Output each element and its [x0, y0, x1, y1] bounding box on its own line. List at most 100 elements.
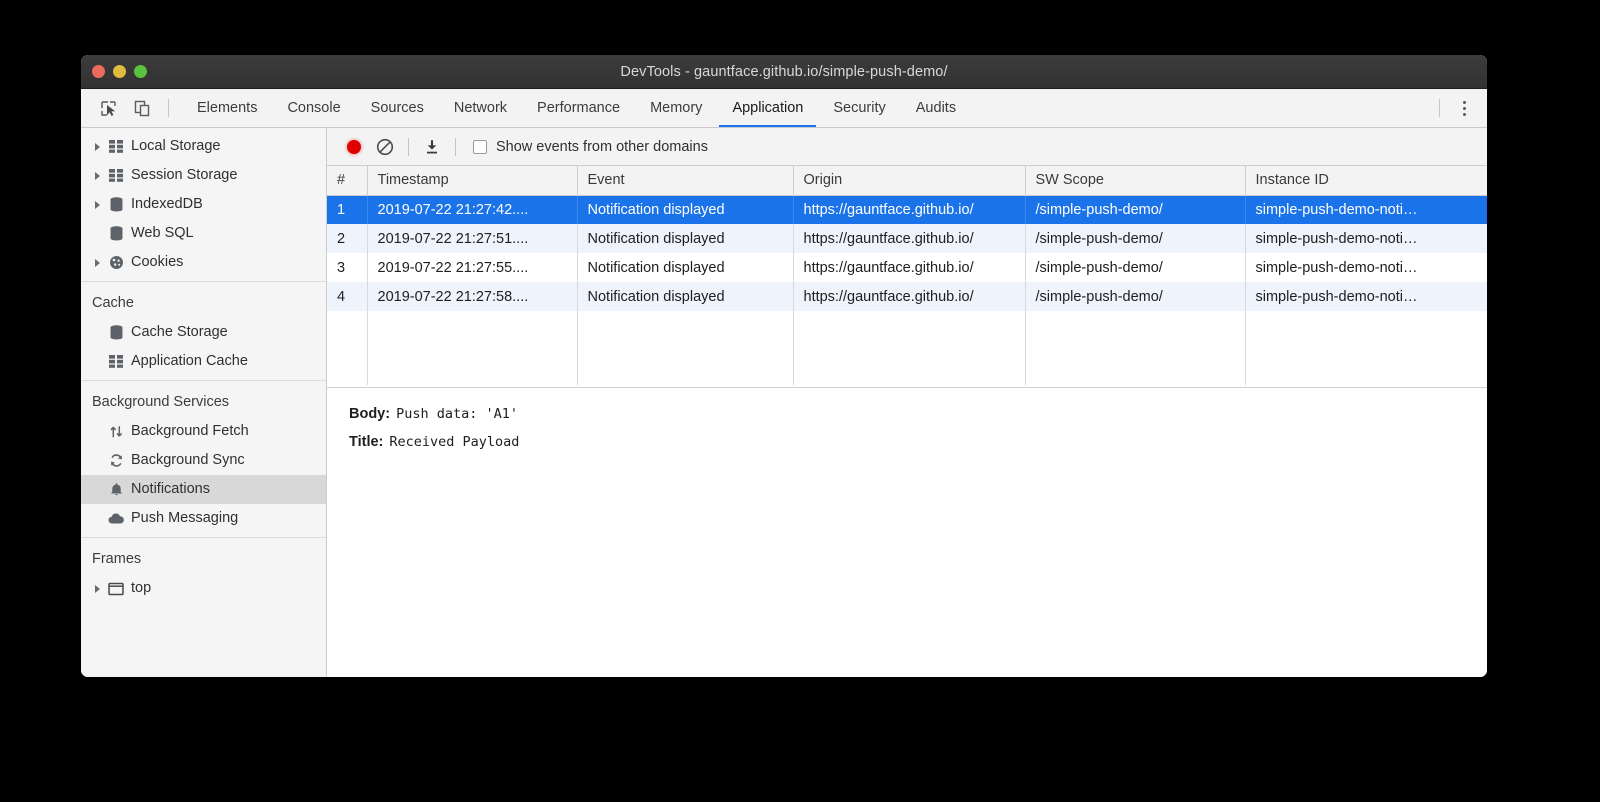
toolbar-divider: [455, 138, 456, 156]
tab-console[interactable]: Console: [272, 89, 355, 127]
dot: [1463, 107, 1466, 110]
sidebar-item-label: Web SQL: [131, 226, 194, 241]
cell-event: Notification displayed: [577, 282, 793, 311]
panel-tabs: Elements Console Sources Network Perform…: [182, 89, 971, 127]
cell-origin: https://gauntface.github.io/: [793, 282, 1025, 311]
clear-button[interactable]: [369, 132, 401, 162]
tab-performance[interactable]: Performance: [522, 89, 635, 127]
chevron-right-icon[interactable]: [89, 259, 105, 267]
show-other-domains-label: Show events from other domains: [496, 139, 708, 155]
tab-label: Network: [454, 100, 507, 116]
tab-label: Security: [833, 100, 885, 116]
export-button[interactable]: [416, 132, 448, 162]
chevron-right-icon[interactable]: [89, 172, 105, 180]
cell-sw-scope: /simple-push-demo/: [1025, 253, 1245, 282]
application-panel-body: Local Storage Session Storage IndexedDB: [81, 128, 1487, 677]
table-row[interactable]: 4 2019-07-22 21:27:58.... Notification d…: [327, 282, 1487, 311]
tab-label: Audits: [916, 100, 956, 116]
cell-index: 4: [327, 282, 367, 311]
database-icon: [105, 325, 127, 340]
tab-network[interactable]: Network: [439, 89, 522, 127]
detail-value: Received Payload: [389, 434, 519, 450]
sidebar-item-local-storage[interactable]: Local Storage: [81, 132, 326, 161]
column-header-timestamp[interactable]: Timestamp: [367, 166, 577, 195]
sidebar-item-cookies[interactable]: Cookies: [81, 248, 326, 277]
device-toolbar-icon[interactable]: [125, 89, 159, 127]
cell-sw-scope: /simple-push-demo/: [1025, 282, 1245, 311]
tabstrip-right-group: [1430, 89, 1487, 127]
tab-security[interactable]: Security: [818, 89, 900, 127]
cell-origin: https://gauntface.github.io/: [793, 195, 1025, 224]
detail-key: Body:: [349, 406, 390, 422]
sidebar-item-application-cache[interactable]: Application Cache: [81, 347, 326, 376]
event-detail-pane: Body: Push data: 'A1' Title: Received Payl…: [327, 388, 1487, 677]
more-options-icon[interactable]: [1449, 89, 1479, 127]
sidebar-item-session-storage[interactable]: Session Storage: [81, 161, 326, 190]
detail-key: Title:: [349, 434, 383, 450]
detail-value: Push data: 'A1': [396, 406, 518, 422]
sidebar-section-background-services: Background Services: [81, 381, 326, 417]
dot: [1463, 113, 1466, 116]
column-header-sw-scope[interactable]: SW Scope: [1025, 166, 1245, 195]
chevron-right-icon[interactable]: [89, 585, 105, 593]
notifications-panel: Show events from other domains # Timesta…: [327, 128, 1487, 677]
tab-label: Application: [732, 100, 803, 116]
sidebar-item-cache-storage[interactable]: Cache Storage: [81, 318, 326, 347]
column-header-origin[interactable]: Origin: [793, 166, 1025, 195]
show-other-domains-checkbox[interactable]: [473, 140, 487, 154]
record-dot-icon: [347, 140, 361, 154]
sidebar-item-push-messaging[interactable]: Push Messaging: [81, 504, 326, 533]
cell-timestamp: 2019-07-22 21:27:51....: [367, 224, 577, 253]
record-button[interactable]: [339, 132, 369, 162]
column-header-instance-id[interactable]: Instance ID: [1245, 166, 1487, 195]
cell-timestamp: 2019-07-22 21:27:58....: [367, 282, 577, 311]
cell-instance-id: simple-push-demo-noti…: [1245, 195, 1487, 224]
events-toolbar: Show events from other domains: [327, 128, 1487, 166]
tab-label: Sources: [371, 100, 424, 116]
cell-sw-scope: /simple-push-demo/: [1025, 195, 1245, 224]
sidebar-item-top-frame[interactable]: top: [81, 574, 326, 603]
window-title: DevTools - gauntface.github.io/simple-pu…: [81, 64, 1487, 80]
devtools-tabstrip: Elements Console Sources Network Perform…: [81, 89, 1487, 128]
events-grid-container[interactable]: # Timestamp Event Origin SW Scope Instan…: [327, 166, 1487, 388]
cell-timestamp: 2019-07-22 21:27:55....: [367, 253, 577, 282]
sidebar-item-web-sql[interactable]: Web SQL: [81, 219, 326, 248]
cell-instance-id: simple-push-demo-noti…: [1245, 282, 1487, 311]
chevron-right-icon[interactable]: [89, 201, 105, 209]
sidebar-item-notifications[interactable]: Notifications: [81, 475, 326, 504]
table-row[interactable]: 3 2019-07-22 21:27:55.... Notification d…: [327, 253, 1487, 282]
maximize-window-button[interactable]: [134, 65, 147, 78]
tab-audits[interactable]: Audits: [901, 89, 971, 127]
devtools-window: DevTools - gauntface.github.io/simple-pu…: [81, 55, 1487, 677]
tab-label: Performance: [537, 100, 620, 116]
sidebar-item-label: top: [131, 581, 151, 596]
tab-elements[interactable]: Elements: [182, 89, 272, 127]
sidebar-item-background-fetch[interactable]: Background Fetch: [81, 417, 326, 446]
toolbar-divider-right: [1439, 99, 1440, 117]
tab-sources[interactable]: Sources: [356, 89, 439, 127]
cookie-icon: [105, 255, 127, 270]
column-header-index[interactable]: #: [327, 166, 367, 195]
table-row[interactable]: 2 2019-07-22 21:27:51.... Notification d…: [327, 224, 1487, 253]
sidebar-item-indexeddb[interactable]: IndexedDB: [81, 190, 326, 219]
sidebar-item-label: Push Messaging: [131, 511, 238, 526]
tab-application[interactable]: Application: [717, 89, 818, 127]
cell-timestamp: 2019-07-22 21:27:42....: [367, 195, 577, 224]
tab-memory[interactable]: Memory: [635, 89, 717, 127]
cell-event: Notification displayed: [577, 253, 793, 282]
database-icon: [105, 226, 127, 241]
minimize-window-button[interactable]: [113, 65, 126, 78]
window-titlebar: DevTools - gauntface.github.io/simple-pu…: [81, 55, 1487, 89]
sidebar-item-background-sync[interactable]: Background Sync: [81, 446, 326, 475]
close-window-button[interactable]: [92, 65, 105, 78]
table-row[interactable]: 1 2019-07-22 21:27:42.... Notification d…: [327, 195, 1487, 224]
grid-empty-space: [327, 311, 1487, 385]
show-other-domains-toggle[interactable]: Show events from other domains: [473, 139, 708, 155]
column-header-event[interactable]: Event: [577, 166, 793, 195]
detail-row-body: Body: Push data: 'A1': [349, 406, 1487, 422]
tab-label: Console: [287, 100, 340, 116]
sidebar-item-label: Background Sync: [131, 453, 245, 468]
tab-label: Memory: [650, 100, 702, 116]
chevron-right-icon[interactable]: [89, 143, 105, 151]
inspect-element-icon[interactable]: [91, 89, 125, 127]
